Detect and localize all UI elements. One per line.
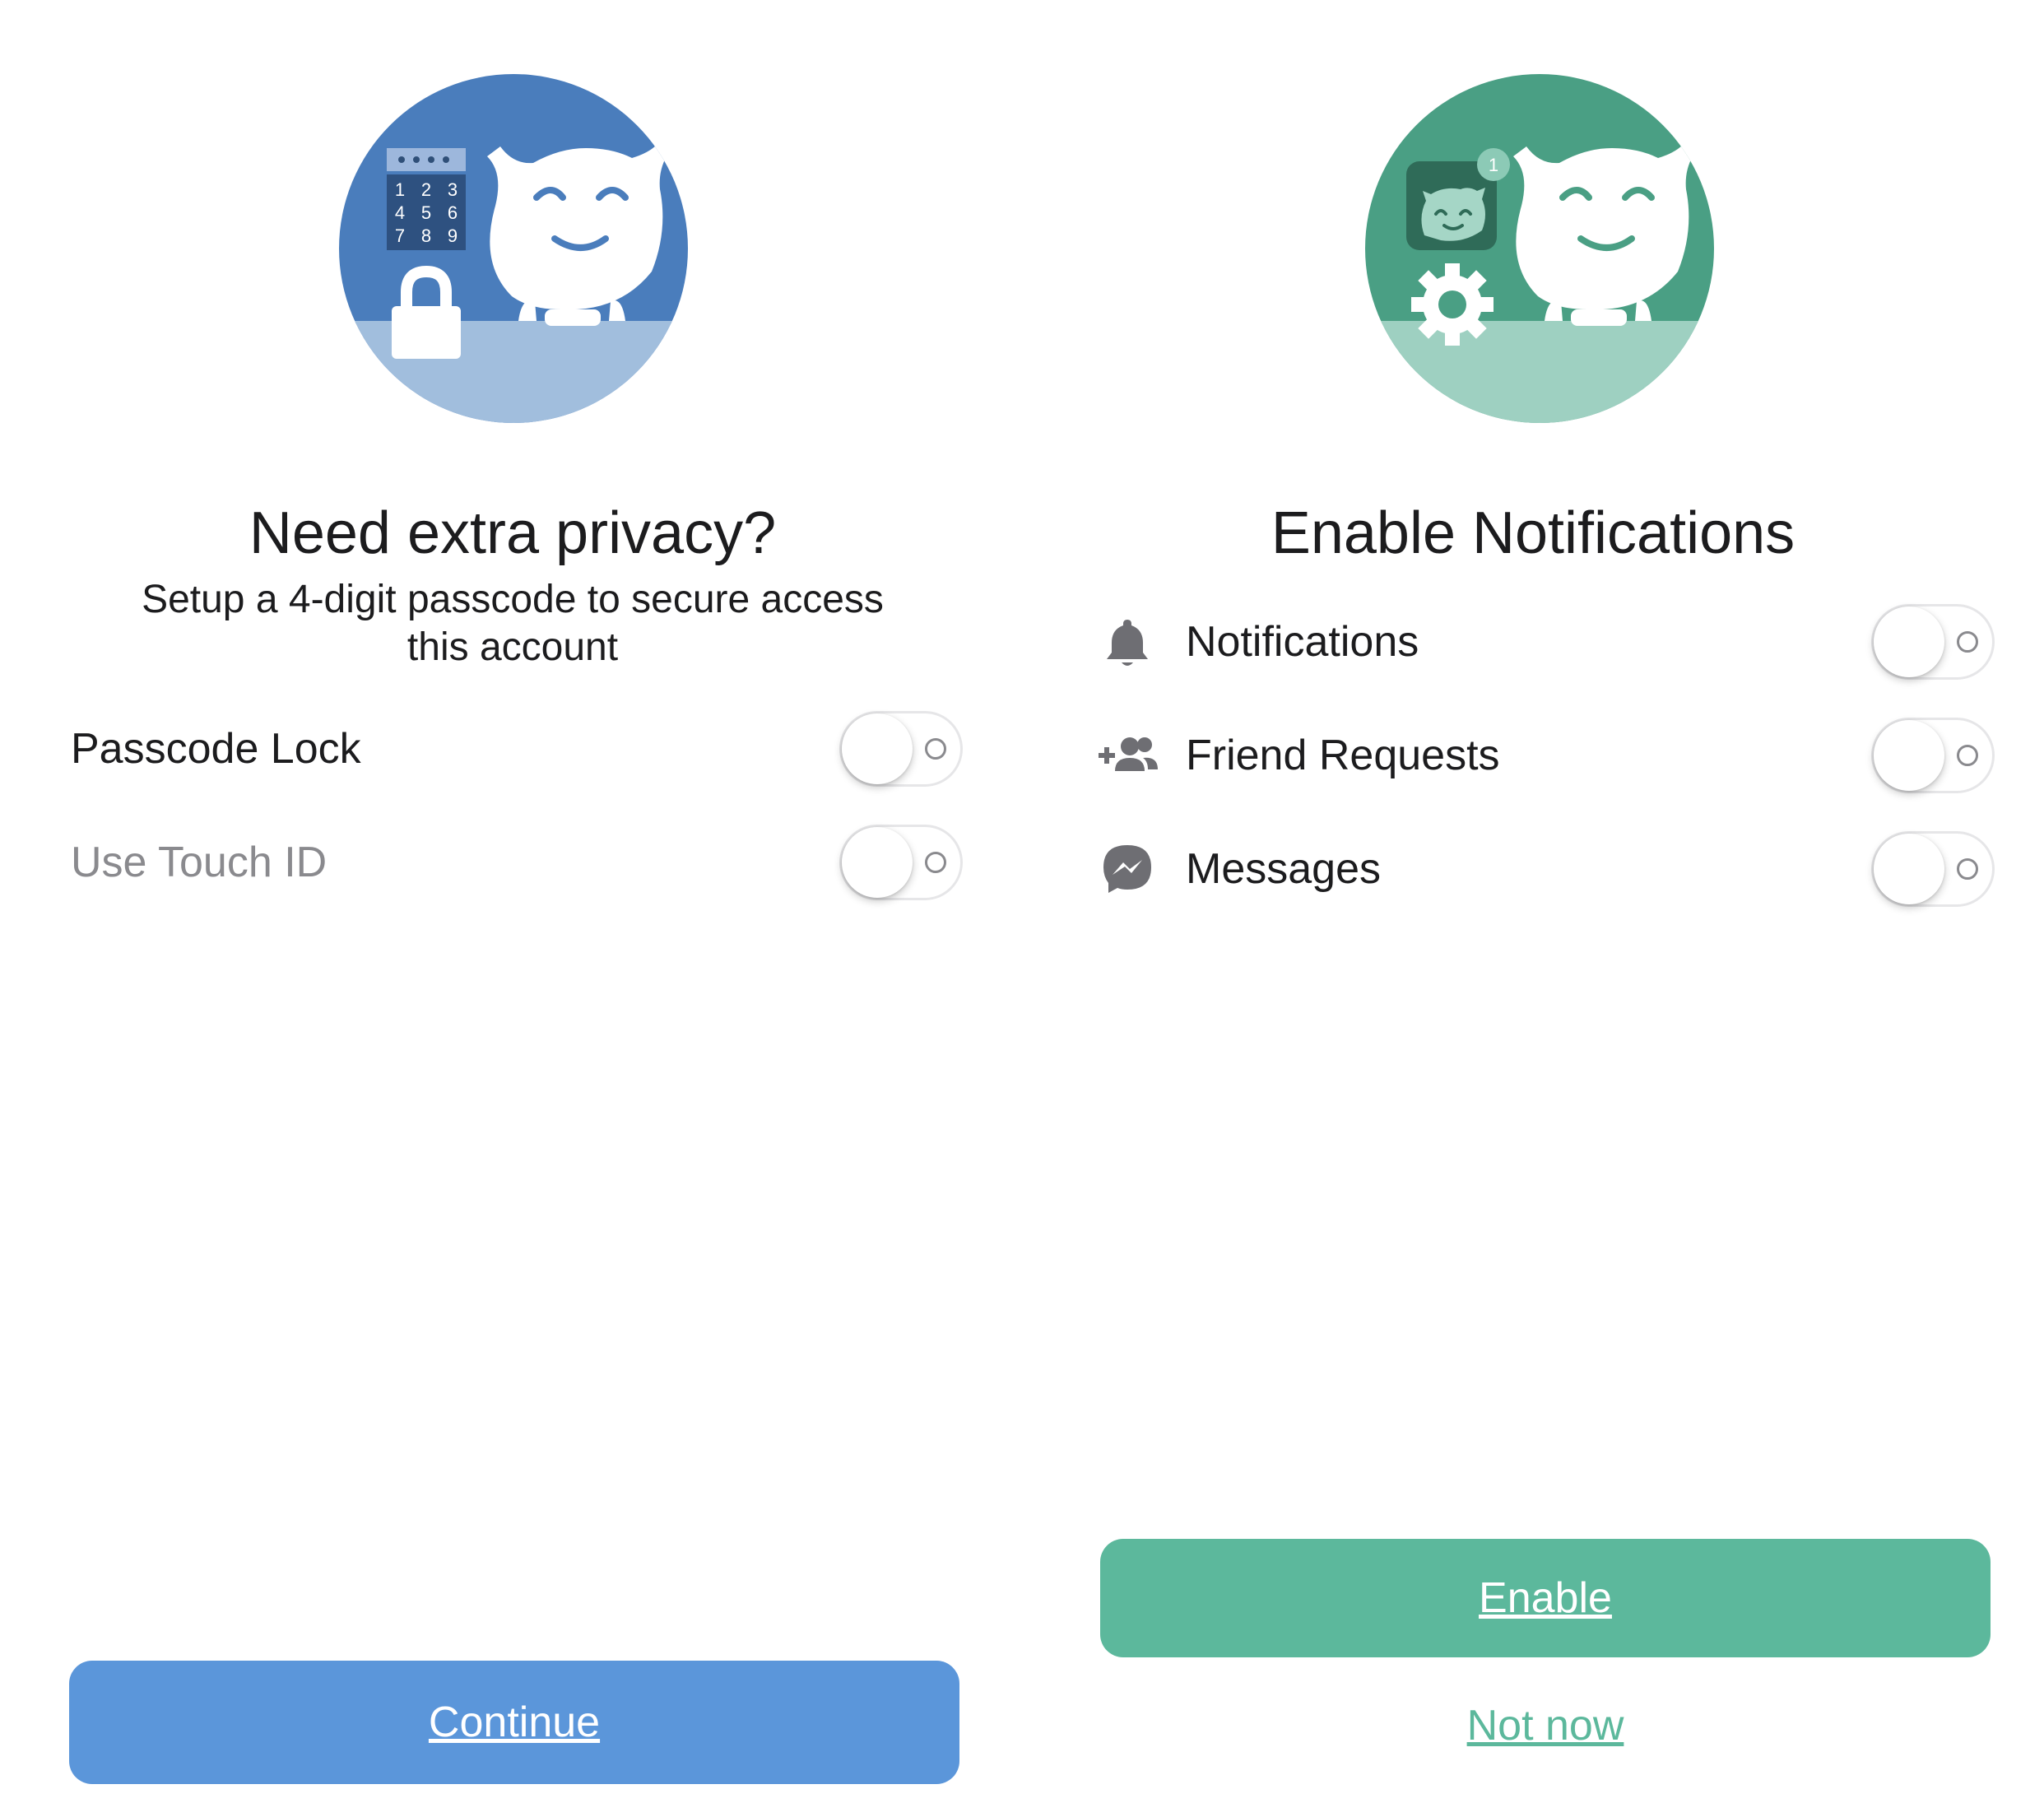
privacy-panel: 123456789 Need extra privacy? Setup a 4-… <box>0 0 1022 1817</box>
toggle-off-indicator-icon <box>925 852 946 873</box>
keypad-digit: 8 <box>421 225 431 246</box>
passcode-lock-row: Passcode Lock <box>69 708 963 790</box>
notifications-label: Notifications <box>1186 618 1419 666</box>
keypad-digit: 3 <box>448 179 458 200</box>
messages-toggle[interactable] <box>1871 831 1995 907</box>
friend-requests-label: Friend Requests <box>1186 732 1500 779</box>
messenger-icon <box>1100 842 1154 896</box>
toggle-off-indicator-icon <box>1957 858 1978 880</box>
messages-row: Messages <box>1100 828 1995 910</box>
keypad-digit: 7 <box>395 225 405 246</box>
passcode-lock-toggle[interactable] <box>839 711 963 787</box>
touch-id-label: Use Touch ID <box>71 839 328 886</box>
keypad-digit: 4 <box>395 202 405 223</box>
notifications-hero-illustration: 1 <box>1365 74 1714 423</box>
toggle-knob <box>842 827 913 898</box>
toggle-knob <box>842 713 913 784</box>
passcode-lock-label: Passcode Lock <box>71 725 361 773</box>
friend-requests-row: Friend Requests <box>1097 714 1995 797</box>
touch-id-row: Use Touch ID <box>69 821 963 904</box>
keypad-digit: 1 <box>395 179 405 200</box>
bell-icon <box>1100 615 1154 669</box>
toggle-off-indicator-icon <box>1957 745 1978 766</box>
toggle-off-indicator-icon <box>925 738 946 760</box>
friend-requests-toggle[interactable] <box>1871 718 1995 793</box>
keypad-digit: 9 <box>448 225 458 246</box>
notifications-panel: 1 Enable Notifications Notifications Fri… <box>1022 0 2044 1817</box>
add-friend-icon <box>1097 728 1159 783</box>
notifications-row: Notifications <box>1100 601 1995 683</box>
notifications-mascot-illustration: 1 <box>1365 74 1714 423</box>
privacy-title: Need extra privacy? <box>249 500 777 566</box>
toggle-knob <box>1874 834 1944 904</box>
keypad-digit: 5 <box>421 202 431 223</box>
notification-badge-icon: 1 <box>1477 148 1510 181</box>
messages-label: Messages <box>1186 845 1381 893</box>
toggle-knob <box>1874 606 1944 677</box>
privacy-subtitle: Setup a 4-digit passcode to secure acces… <box>142 578 884 669</box>
toggle-off-indicator-icon <box>1957 631 1978 653</box>
touch-id-toggle[interactable] <box>839 825 963 900</box>
keypad-digit: 2 <box>421 179 431 200</box>
gear-icon <box>1411 263 1494 346</box>
toggle-knob <box>1874 720 1944 791</box>
badge-count: 1 <box>1489 155 1498 175</box>
privacy-mascot-illustration: 1 2 3 4 5 6 7 8 9 <box>339 74 688 423</box>
privacy-hero-illustration: 123 456 789 <box>339 74 688 423</box>
notifications-title: Enable Notifications <box>1271 500 1795 566</box>
keypad-icon: 1 2 3 4 5 6 7 8 9 <box>387 148 466 250</box>
continue-button[interactable]: Continue <box>69 1661 959 1784</box>
notifications-toggle[interactable] <box>1871 604 1995 680</box>
not-now-link[interactable]: Not now <box>1100 1700 1991 1751</box>
enable-button[interactable]: Enable <box>1100 1539 1991 1657</box>
keypad-digit: 6 <box>448 202 458 223</box>
